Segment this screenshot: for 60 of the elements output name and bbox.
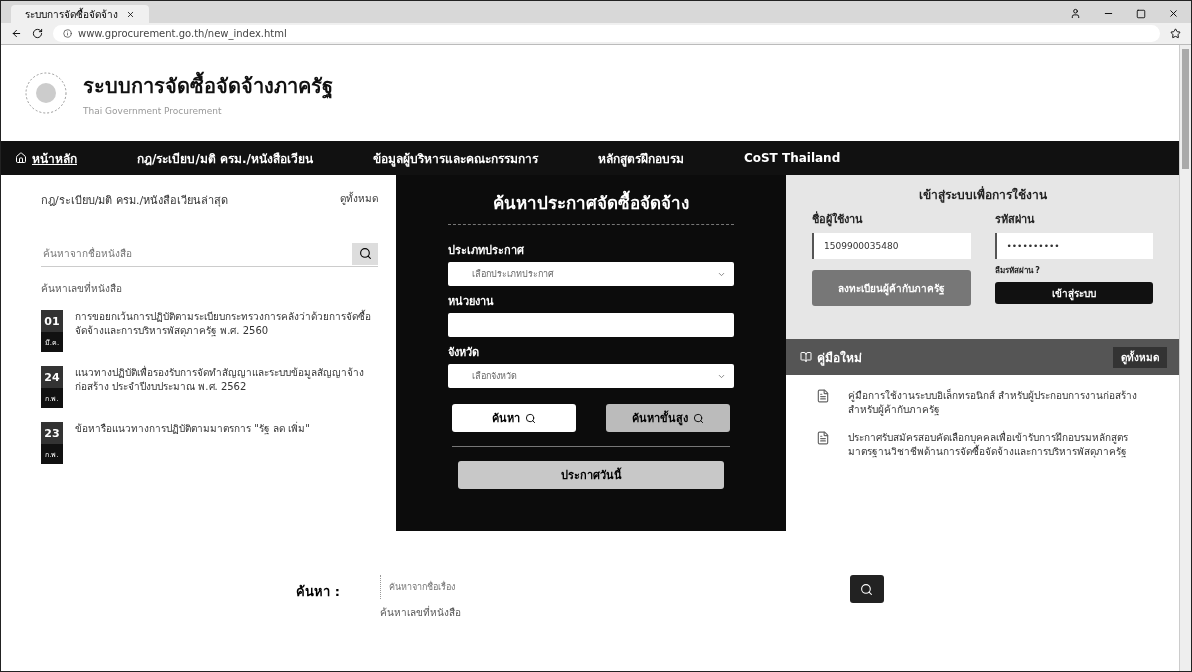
maximize-icon[interactable] [1136, 8, 1146, 19]
nav-link[interactable]: กฎ/ระเบียบ/มติ ครม./หนังสือเวียน [137, 148, 313, 168]
search-icon [860, 582, 874, 596]
info-icon [63, 29, 72, 38]
reload-icon[interactable] [32, 28, 43, 39]
news-link[interactable]: การขอยกเว้นการปฏิบัติตามระเบียบกระทรวงการคลังว่าด้วยการจัดซื้อจัดจ้างและการบริหารพัสดุภาครัฐ พ.ศ. 2560 [75, 310, 378, 352]
nav-link[interactable]: หลักสูตรฝึกอบรม [597, 148, 684, 168]
login-button[interactable]: เข้าสู่ระบบ [994, 282, 1153, 304]
emblem-logo [23, 70, 69, 116]
field-label: หน่วยงาน [448, 294, 495, 310]
browser-tab[interactable]: ระบบการจัดซื้อจัดจ้าง [11, 5, 149, 23]
search-icon [525, 412, 536, 424]
news-link[interactable]: แนวทางปฏิบัติเพื่อรองรับการจัดทำสัญญาและระบบข้อมูลสัญญาจ้างก่อสร้าง ประจำปีงบประมาณ พ.ศ. 2562 [75, 366, 378, 408]
address-bar[interactable]: www.gprocurement.go.th/new_index.html [53, 25, 1160, 42]
select-field[interactable]: เลือกประเภทประกาศ [448, 262, 734, 286]
star-icon[interactable] [1170, 28, 1181, 39]
panel-title: ค้นหาประกาศจัดซื้อจัดจ้าง [448, 189, 734, 225]
manual-link[interactable]: ประกาศรับสมัครสอบคัดเลือกบุคคลเพื่อเข้ารับการฝึกอบรมหลักสูตรมาตรฐานวิชาชีพด้านการจัดซื้อจัดจ้างและการบริหารพัสดุภาครัฐ [848, 431, 1139, 459]
home-icon [15, 152, 27, 164]
username-field[interactable]: 1509900035480 [812, 233, 971, 259]
back-icon[interactable] [11, 28, 22, 39]
nav-link[interactable]: CoST Thailand [743, 151, 841, 165]
close-icon[interactable] [126, 9, 135, 19]
field-label: ประเภทประกาศ [448, 243, 525, 259]
site-subtitle: Thai Government Procurement [83, 106, 223, 116]
view-all-link[interactable]: ดูทั้งหมด [340, 191, 378, 206]
advanced-search-button[interactable]: ค้นหาขั้นสูง [606, 404, 730, 432]
news-link[interactable]: ข้อหารือแนวทางการปฏิบัติตามมาตรการ "รัฐ ลด เพิ่ม" [75, 422, 378, 464]
book-icon [800, 351, 812, 363]
document-icon [816, 431, 830, 445]
document-icon [816, 389, 830, 403]
close-icon[interactable] [1168, 8, 1179, 19]
search-button[interactable] [849, 575, 884, 603]
search-note: ค้นหาเลขที่หนังสือ [41, 281, 123, 296]
search-field[interactable]: ค้นหาจากชื่อหนังสือ [41, 247, 352, 260]
search-note: ค้นหาเลขที่หนังสือ [379, 605, 462, 620]
select-field[interactable]: เลือกจังหวัด [448, 364, 734, 388]
field-label: รหัสผ่าน [994, 212, 1036, 228]
site-title: ระบบการจัดซื้อจัดจ้างภาครัฐ [83, 70, 333, 102]
search-icon [693, 412, 704, 424]
scrollbar[interactable] [1179, 45, 1191, 671]
profile-icon[interactable] [1070, 8, 1081, 19]
forgot-password-link[interactable]: ลืมรหัสผ่าน ? [994, 264, 1153, 277]
login-title: เข้าสู่ระบบเพื่อการใช้งาน [917, 185, 1048, 204]
field-label: ชื่อผู้ใช้งาน [812, 210, 864, 228]
search-label: ค้นหา : [296, 583, 340, 601]
password-field[interactable]: •••••••••• [994, 233, 1153, 259]
search-icon [358, 247, 372, 260]
search-button[interactable]: ค้นหา [452, 404, 576, 432]
input-field[interactable] [448, 313, 734, 337]
nav-link[interactable]: หน้าหลัก [15, 148, 77, 168]
field-label: จังหวัด [448, 345, 480, 361]
search-button[interactable] [352, 242, 378, 265]
register-button[interactable]: ลงทะเบียนผู้ค้ากับภาครัฐ [812, 270, 971, 306]
nav-link[interactable]: ข้อมูลผู้บริหารและคณะกรรมการ [372, 148, 538, 168]
section-title: คู่มือใหม่ [800, 347, 862, 367]
manual-link[interactable]: คู่มือการใช้งานระบบอิเล็กทรอนิกส์ สำหรับผู้ประกอบการงานก่อสร้าง สำหรับผู้ค้ากับภาครัฐ [848, 389, 1139, 417]
today-button[interactable]: ประกาศวันนี้ [458, 461, 724, 489]
view-all-link[interactable]: ดูทั้งหมด [1113, 346, 1167, 368]
section-title: กฎ/ระเบียบ/มติ ครม./หนังสือเวียนล่าสุด [41, 193, 230, 209]
